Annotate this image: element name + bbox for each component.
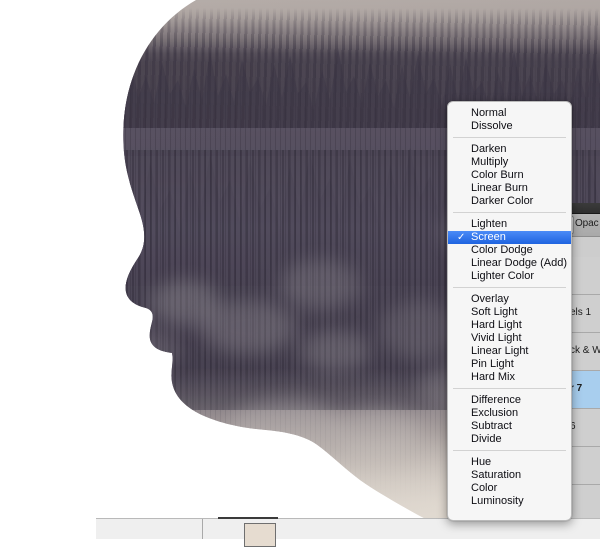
menu-item-luminosity[interactable]: Luminosity	[448, 495, 571, 508]
menu-item-subtract[interactable]: Subtract	[448, 420, 571, 433]
menu-item-label: Darken	[471, 143, 507, 155]
menu-item-label: Color Burn	[471, 169, 524, 181]
menu-item-soft-light[interactable]: Soft Light	[448, 306, 571, 319]
panel-divider	[202, 519, 203, 539]
menu-item-darker-color[interactable]: Darker Color	[448, 195, 571, 208]
menu-item-label: Subtract	[471, 420, 512, 432]
menu-item-label: Color	[471, 482, 498, 494]
menu-item-hard-light[interactable]: Hard Light	[448, 319, 571, 332]
menu-separator	[453, 287, 566, 288]
active-tab-underline	[218, 517, 278, 519]
menu-item-label: Normal	[471, 107, 507, 119]
menu-item-label: Luminosity	[471, 495, 524, 507]
menu-item-screen[interactable]: ✓ Screen	[448, 231, 571, 244]
menu-item-lighten[interactable]: Lighten	[448, 218, 571, 231]
menu-item-color-dodge[interactable]: Color Dodge	[448, 244, 571, 257]
menu-item-label: Vivid Light	[471, 332, 522, 344]
layer-name: els 1	[570, 307, 592, 318]
menu-item-label: Saturation	[471, 469, 522, 481]
bottom-panel-strip[interactable]	[96, 517, 600, 547]
menu-item-normal[interactable]: Normal	[448, 107, 571, 120]
menu-item-exclusion[interactable]: Exclusion	[448, 407, 571, 420]
menu-item-pin-light[interactable]: Pin Light	[448, 358, 571, 371]
menu-item-label: Multiply	[471, 156, 509, 168]
menu-item-multiply[interactable]: Multiply	[448, 156, 571, 169]
menu-item-linear-dodge-add[interactable]: Linear Dodge (Add)	[448, 257, 571, 270]
menu-item-label: Divide	[471, 433, 502, 445]
menu-item-linear-burn[interactable]: Linear Burn	[448, 182, 571, 195]
menu-item-dissolve[interactable]: Dissolve	[448, 120, 571, 133]
menu-item-label: Hue	[471, 456, 492, 468]
menu-item-lighter-color[interactable]: Lighter Color	[448, 270, 571, 283]
menu-separator	[453, 450, 566, 451]
menu-item-label: Lighter Color	[471, 270, 534, 282]
menu-item-overlay[interactable]: Overlay	[448, 293, 571, 306]
menu-item-darken[interactable]: Darken	[448, 143, 571, 156]
menu-item-label: Pin Light	[471, 358, 514, 370]
layer-name: ck & W	[570, 345, 600, 356]
menu-item-label: Linear Dodge (Add)	[471, 257, 568, 269]
menu-item-hue[interactable]: Hue	[448, 456, 571, 469]
menu-item-linear-light[interactable]: Linear Light	[448, 345, 571, 358]
menu-item-label: Difference	[471, 394, 521, 406]
menu-separator	[453, 388, 566, 389]
menu-separator	[453, 137, 566, 138]
menu-item-difference[interactable]: Difference	[448, 394, 571, 407]
menu-item-label: Color Dodge	[471, 244, 533, 256]
menu-item-color[interactable]: Color	[448, 482, 571, 495]
menu-item-label: Screen	[471, 231, 506, 243]
menu-item-label: Hard Light	[471, 319, 522, 331]
menu-item-vivid-light[interactable]: Vivid Light	[448, 332, 571, 345]
menu-item-divide[interactable]: Divide	[448, 433, 571, 446]
opacity-label: Opac	[575, 218, 599, 229]
menu-item-label: Darker Color	[471, 195, 534, 207]
menu-item-label: Soft Light	[471, 306, 518, 318]
menu-item-label: Dissolve	[471, 120, 513, 132]
menu-item-label: Overlay	[471, 293, 509, 305]
menu-item-label: Lighten	[471, 218, 508, 230]
menu-item-label: Hard Mix	[471, 371, 516, 383]
menu-item-label: Linear Burn	[471, 182, 528, 194]
color-swatch[interactable]	[244, 523, 276, 547]
blending-mode-menu[interactable]: Normal Dissolve Darken Multiply Color Burn Li…	[447, 101, 572, 521]
menu-item-label: Exclusion	[471, 407, 519, 419]
menu-item-label: Linear Light	[471, 345, 529, 357]
menu-item-hard-mix[interactable]: Hard Mix	[448, 371, 571, 384]
menu-item-saturation[interactable]: Saturation	[448, 469, 571, 482]
menu-item-color-burn[interactable]: Color Burn	[448, 169, 571, 182]
menu-separator	[453, 212, 566, 213]
check-icon: ✓	[457, 232, 466, 243]
